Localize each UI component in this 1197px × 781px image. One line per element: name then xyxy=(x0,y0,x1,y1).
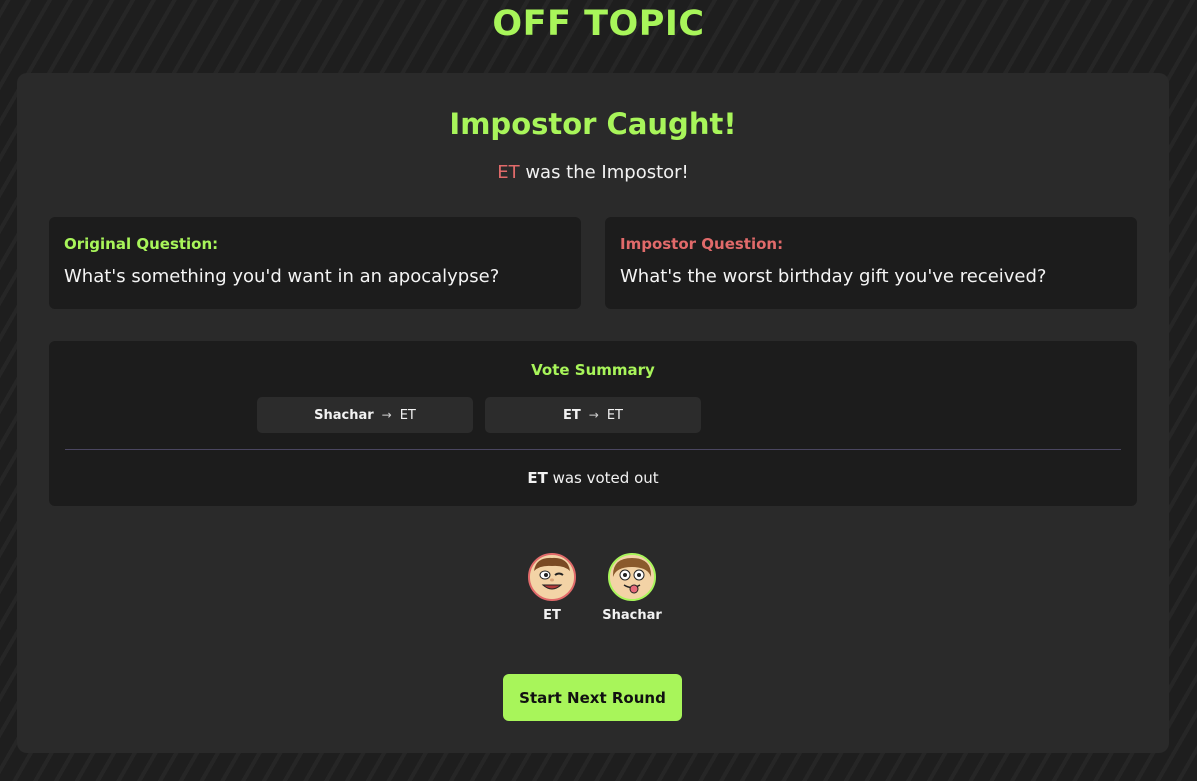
player-name: Shachar xyxy=(602,608,662,623)
original-question-text: What's something you'd want in an apocal… xyxy=(64,266,500,287)
vote-target-name: ET xyxy=(606,407,623,423)
winking-face-avatar-icon xyxy=(528,553,576,601)
tongue-out-face-avatar-icon xyxy=(608,553,656,601)
vote-divider xyxy=(65,449,1121,450)
impostor-question-card: Impostor Question: What's the worst birt… xyxy=(605,217,1137,309)
arrow-right-icon: → xyxy=(381,408,392,422)
app-title: OFF TOPIC xyxy=(492,4,705,44)
vote-summary-box: Vote Summary Shachar → ET ET → ET ET was… xyxy=(49,341,1137,506)
vote-summary-title: Vote Summary xyxy=(531,361,655,379)
vote-target-name: ET xyxy=(399,407,416,423)
voter-name: Shachar xyxy=(314,407,374,423)
result-title: Impostor Caught! xyxy=(449,107,737,141)
original-question-card: Original Question: What's something you'… xyxy=(49,217,581,309)
voted-out-name: ET xyxy=(527,469,548,487)
player-card-et: ET xyxy=(512,553,592,623)
impostor-question-text: What's the worst birthday gift you've re… xyxy=(620,266,1047,287)
result-subtitle: ET was the Impostor! xyxy=(17,162,1169,183)
player-name: ET xyxy=(543,608,561,623)
original-question-label: Original Question: xyxy=(64,235,219,253)
impostor-reveal-text: was the Impostor! xyxy=(519,162,689,183)
results-panel: Impostor Caught! ET was the Impostor! Or… xyxy=(17,73,1169,753)
vote-chip: ET → ET xyxy=(485,397,701,433)
impostor-name: ET xyxy=(497,162,520,183)
voted-out-text: ET was voted out xyxy=(49,469,1137,487)
vote-chip: Shachar → ET xyxy=(257,397,473,433)
voter-name: ET xyxy=(563,407,581,423)
arrow-right-icon: → xyxy=(588,408,599,422)
player-card-shachar: Shachar xyxy=(592,553,672,623)
voted-out-suffix: was voted out xyxy=(547,469,659,487)
impostor-question-label: Impostor Question: xyxy=(620,235,784,253)
start-next-round-button[interactable]: Start Next Round xyxy=(503,674,682,721)
